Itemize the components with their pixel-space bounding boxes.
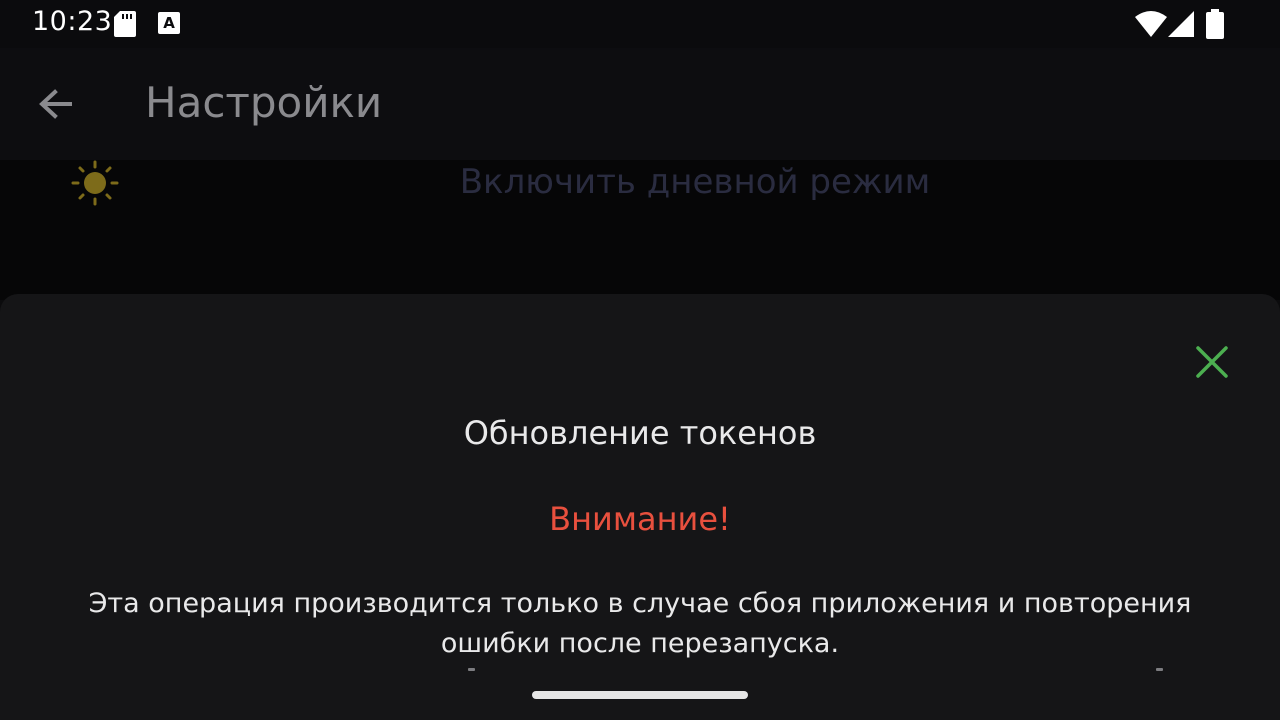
arrow-left-icon[interactable] bbox=[36, 84, 76, 128]
app-bar: Настройки bbox=[0, 48, 1280, 160]
sd-card-icon bbox=[114, 11, 136, 41]
page-title: Настройки bbox=[145, 78, 383, 127]
warning-text: Эта операция производится только в случа… bbox=[88, 588, 1192, 659]
svg-text:A: A bbox=[163, 14, 175, 32]
status-bar: 10:23 A bbox=[0, 0, 1280, 48]
a-notification-icon: A bbox=[158, 12, 180, 38]
token-refresh-sheet: Обновление токенов Внимание! Эта операци… bbox=[0, 294, 1280, 720]
wifi-icon bbox=[1135, 11, 1167, 41]
gesture-nav-handle[interactable] bbox=[532, 691, 748, 699]
close-icon[interactable] bbox=[1192, 342, 1232, 386]
clipped-text-row bbox=[0, 668, 1280, 672]
sheet-title: Обновление токенов bbox=[463, 414, 817, 452]
signal-icon bbox=[1168, 11, 1194, 41]
status-time: 10:23 bbox=[32, 6, 113, 37]
battery-icon bbox=[1206, 9, 1224, 43]
settings-list: Включить дневной режим bbox=[0, 160, 1280, 300]
warning-label: Внимание! bbox=[549, 500, 731, 538]
day-mode-toggle-label[interactable]: Включить дневной режим bbox=[0, 162, 1280, 202]
